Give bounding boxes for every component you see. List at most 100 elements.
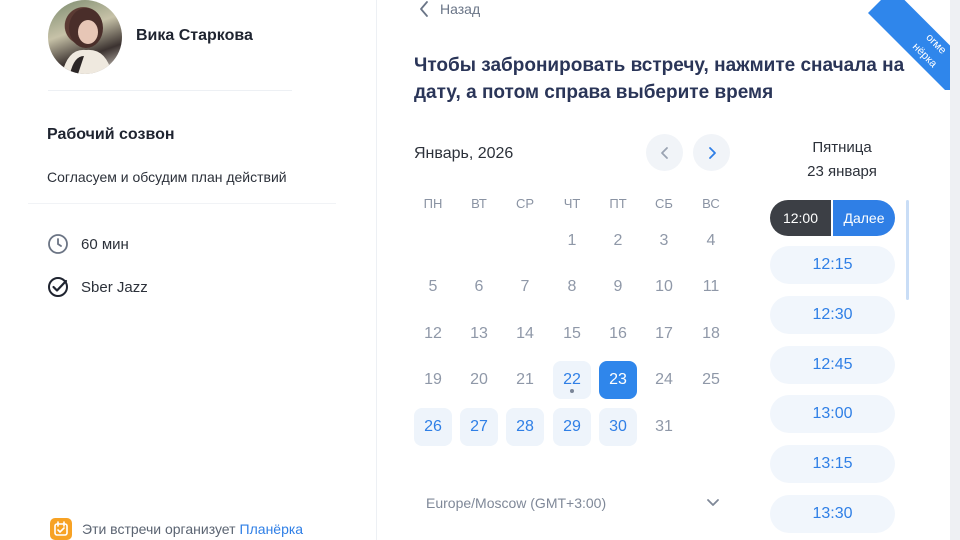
platform-text: Sber Jazz [81,278,148,296]
calendar-day-22[interactable]: 22 [553,361,591,399]
divider [28,203,336,204]
calendar-day-31: 31 [645,408,683,446]
calendar-day-19: 19 [414,361,452,399]
sber-jazz-icon [48,277,68,297]
time-slot[interactable]: 13:00 [770,395,895,434]
calendar-day-number: 28 [516,418,534,435]
selected-weekday: Пятница [812,139,872,156]
calendar-day-number: 23 [609,371,627,388]
calendar-day-21: 21 [506,361,544,399]
divider [48,90,292,91]
event-info-panel: Вика Старкова Рабочий созвон Согласуем и… [0,0,377,540]
corner-ribbon: оrме нёрка [860,0,950,90]
calendar-day-number: 9 [613,278,623,295]
calendar-day-number: 18 [702,325,720,342]
selected-date-heading: Пятница 23 января [770,136,914,184]
time-slot[interactable]: 12:45 [770,345,895,384]
calendar-day-17: 17 [645,315,683,353]
calendar-day-number: 14 [516,325,534,342]
chevron-left-icon [660,146,668,159]
host-name: Вика Старкова [136,27,253,44]
calendar-day-number: 31 [655,418,673,435]
calendar-day-number: 12 [424,325,442,342]
calendar-day-number: 10 [655,278,673,295]
prev-month-button[interactable] [646,134,683,171]
chevron-left-icon [420,1,428,17]
calendar-day-number: 4 [706,232,716,249]
calendar-day-number: 2 [613,232,623,249]
chevron-right-icon [708,146,716,159]
calendar-day-3: 3 [645,222,683,260]
weekday-label: ПТ [609,196,627,211]
back-button[interactable]: Назад [418,0,480,18]
calendar-day-25: 25 [692,361,730,399]
next-button[interactable]: Далее [833,200,895,236]
calendar-day-30[interactable]: 30 [599,408,637,446]
slots-scrollbar[interactable] [906,200,909,300]
weekday-label: СР [515,196,535,211]
page-edge [950,0,960,540]
selected-slot: 12:00 Далее [770,200,895,236]
calendar-day-13: 13 [460,315,498,353]
planerka-logo-icon [50,518,72,540]
calendar-day-number: 8 [567,278,577,295]
calendar-day-number: 26 [424,418,442,435]
time-slot[interactable]: 13:30 [770,495,895,533]
organizer-note: Эти встречи организует Планёрка [50,518,303,540]
back-label: Назад [440,1,481,17]
calendar-day-number: 13 [470,325,488,342]
calendar-day-5: 5 [414,268,452,306]
instruction-text: Чтобы забронировать встречу, нажмите сна… [414,55,905,103]
timezone-select[interactable]: Europe/Moscow (GMT+3:00) [414,487,730,519]
booking-card: Вика Старкова Рабочий созвон Согласуем и… [0,0,950,540]
chevron-down-icon [707,499,719,506]
calendar-day-27[interactable]: 27 [460,408,498,446]
avatar [48,0,122,74]
calendar-day-6: 6 [460,268,498,306]
event-description: Согласуем и обсудим план действий [47,169,287,185]
month-label: Январь, 2026 [414,145,514,162]
time-slot[interactable]: 12:15 [770,246,895,284]
platform-row: Sber Jazz [46,275,148,299]
organizer-text: Эти встречи организует [82,521,236,537]
calendar-day-number: 22 [563,371,581,388]
calendar-day-number: 20 [470,371,488,388]
calendar-day-15: 15 [553,315,591,353]
calendar-day-16: 16 [599,315,637,353]
calendar-day-number: 7 [520,278,530,295]
weekday-label: ПН [423,196,443,211]
calendar-day-number: 17 [655,325,673,342]
calendar-day-2: 2 [599,222,637,260]
calendar-day-11: 11 [692,268,730,306]
calendar-day-18: 18 [692,315,730,353]
calendar-day-26[interactable]: 26 [414,408,452,446]
selected-time[interactable]: 12:00 [770,200,831,236]
calendar-day-number: 11 [702,278,720,295]
time-slot[interactable]: 13:15 [770,445,895,484]
calendar-day-number: 27 [470,418,488,435]
next-month-button[interactable] [693,134,730,171]
calendar-day-29[interactable]: 29 [553,408,591,446]
corner-ribbon-text: оrме нёрка [868,0,950,90]
calendar-day-number: 6 [474,278,484,295]
calendar-day-number: 21 [516,371,534,388]
selected-date: 23 января [807,163,877,180]
calendar-day-4: 4 [692,222,730,260]
time-slot[interactable]: 12:30 [770,295,895,334]
event-title: Рабочий созвон [47,126,175,143]
calendar-day-24: 24 [645,361,683,399]
planerka-link[interactable]: Планёрка [240,521,304,537]
calendar-day-number: 25 [702,371,720,388]
calendar-day-28[interactable]: 28 [506,408,544,446]
timezone-value: Europe/Moscow (GMT+3:00) [426,495,607,511]
duration-row: 60 мин [46,232,129,256]
calendar-day-number: 3 [659,232,669,249]
weekday-label: ВТ [471,196,487,211]
calendar-day-9: 9 [599,268,637,306]
clock-icon [48,234,68,254]
weekday-label: ВС [702,196,720,211]
calendar-day-1: 1 [553,222,591,260]
calendar-day-number: 16 [609,325,627,342]
calendar-day-23[interactable]: 23 [599,361,637,399]
calendar-day-number: 5 [428,278,438,295]
